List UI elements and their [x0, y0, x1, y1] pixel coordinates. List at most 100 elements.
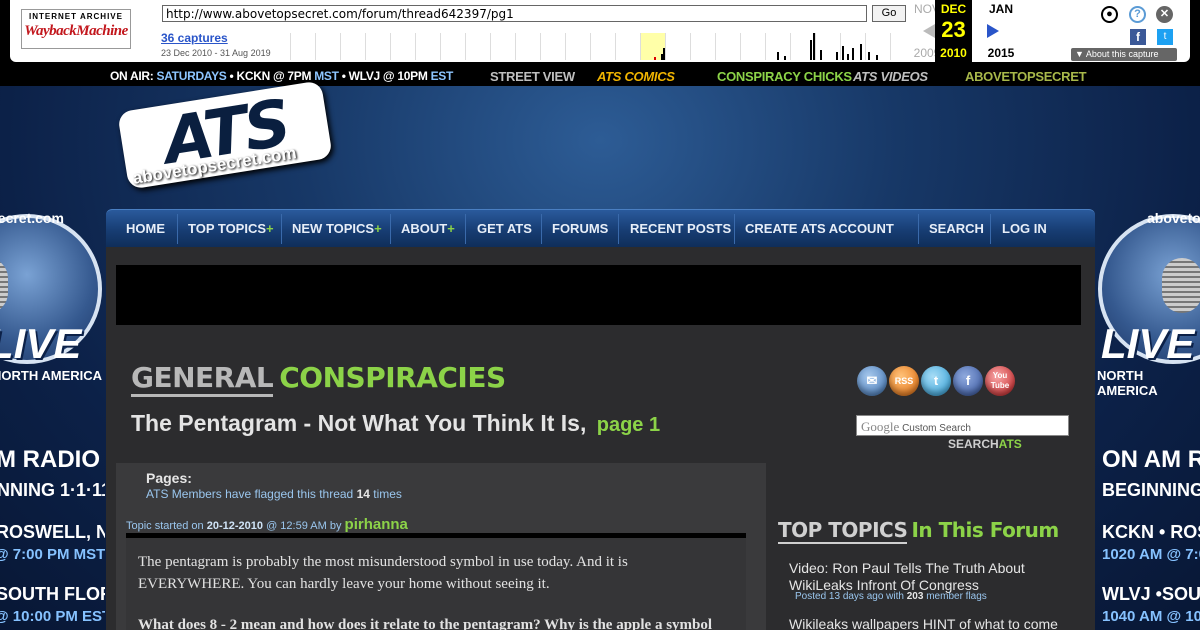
top-topic-meta: Posted 13 days ago with 203 member flags [795, 591, 987, 602]
nav-new-topics[interactable]: NEW TOPICS+ [292, 221, 382, 236]
right-banner-line: 1020 AM @ 7:0 [1102, 546, 1200, 563]
nav-top-topics[interactable]: TOP TOPICS+ [188, 221, 274, 236]
right-banner-line: BEGINNING [1102, 480, 1200, 500]
left-banner-line: INNING 1·1·11 [0, 480, 105, 500]
nav-separator [390, 214, 391, 244]
on-air-mst: MST [314, 69, 339, 83]
microphone-icon [1162, 258, 1200, 313]
search-ats-button[interactable]: SEARCHATS [948, 437, 1022, 451]
wayback-about-capture-button[interactable]: ▼ About this capture [1071, 48, 1177, 61]
google-custom-search-input[interactable]: Google Custom Search [856, 415, 1069, 436]
youtube-icon[interactable]: You Tube [985, 366, 1015, 396]
sparkline-year-cell[interactable] [565, 33, 590, 60]
nav-separator [465, 214, 466, 244]
sparkline-year-cell[interactable] [715, 33, 740, 60]
sparkline-capture-tick [654, 57, 656, 60]
sparkline-year-cell[interactable] [415, 33, 440, 60]
right-banner-live: LIVE [1101, 320, 1195, 367]
on-air-wlvj: • WLVJ @ 10PM [341, 69, 428, 83]
sparkline-year-cell[interactable] [540, 33, 565, 60]
sparkline-year-cell[interactable] [740, 33, 765, 60]
author-link[interactable]: pirhanna [345, 516, 408, 533]
top-topic-link[interactable]: Wikileaks wallpapers HINT of what to com… [789, 616, 1069, 630]
nav-forums[interactable]: FORUMS [552, 221, 608, 236]
sparkline-capture-tick [876, 55, 878, 60]
nav-separator [734, 214, 735, 244]
abovetopsecret-link[interactable]: ABOVETOPSECRET [965, 69, 1087, 84]
wayback-next-year[interactable]: 2015 [982, 46, 1020, 60]
sparkline-year-cell[interactable] [465, 33, 490, 60]
rss-icon[interactable]: RSS [889, 366, 919, 396]
wayback-next-month[interactable]: JAN [982, 2, 1020, 16]
left-banner-line: @ 7:00 PM MST [0, 546, 105, 563]
microphone-icon [0, 258, 8, 313]
wayback-logo-top: INTERNET ARCHIVE [29, 12, 123, 21]
wayback-current-day: 23 [941, 17, 966, 42]
conspiracy-chicks-link[interactable]: CONSPIRACY CHICKS [717, 69, 852, 84]
ats-logo[interactable]: ATS abovetopsecret.com [117, 80, 338, 200]
flag-count-line: ATS Members have flagged this thread 14 … [146, 487, 402, 501]
right-radio-banner[interactable]: aboveto LIVE NORTH AMERICA ON AM R BEGIN… [1095, 200, 1200, 630]
nav-about[interactable]: ABOUT+ [401, 221, 455, 236]
sparkline-year-cell[interactable] [690, 33, 715, 60]
sparkline-year-cell[interactable] [290, 33, 315, 60]
right-banner-line: 1040 AM @ 10 [1102, 608, 1200, 625]
sparkline-year-cell[interactable] [615, 33, 640, 60]
sparkline-year-cell[interactable] [390, 33, 415, 60]
twitter-share-icon[interactable]: t [1157, 29, 1173, 45]
wayback-toolbar: INTERNET ARCHIVE WaybackMachine http://w… [0, 0, 1200, 66]
sparkline-year-cell[interactable] [315, 33, 340, 60]
top-topic-link[interactable]: Video: Ron Paul Tells The Truth About Wi… [789, 560, 1069, 594]
sparkline-year-cell[interactable] [515, 33, 540, 60]
started-by: by [329, 520, 342, 532]
wayback-captures-link[interactable]: 36 captures [161, 31, 228, 45]
forum-category[interactable]: GENERAL CONSPIRACIES [131, 361, 506, 397]
facebook-share-icon[interactable]: f [1130, 29, 1146, 45]
wayback-logo[interactable]: INTERNET ARCHIVE WaybackMachine [21, 9, 131, 49]
wayback-current-year: 2010 [940, 46, 967, 60]
nav-log-in[interactable]: LOG IN [1002, 221, 1047, 236]
nav-separator [281, 214, 282, 244]
left-banner-live: LIVE [0, 320, 82, 367]
wayback-next-arrow-icon[interactable] [987, 24, 999, 38]
ad-banner[interactable] [116, 265, 1081, 325]
left-banner-line: @ 10:00 PM EST [0, 608, 105, 625]
sparkline-year-cell[interactable] [590, 33, 615, 60]
sparkline-capture-tick [836, 52, 838, 60]
on-air-banner[interactable]: ON AIR: SATURDAYS • KCKN @ 7PM MST • WLV… [110, 69, 453, 83]
left-radio-banner[interactable]: secret.com LIVE NORTH AMERICA M RADIO IN… [0, 200, 105, 630]
wayback-prev-arrow-icon[interactable] [923, 24, 935, 38]
facebook-icon[interactable]: f [953, 366, 983, 396]
sparkline-capture-tick [663, 48, 665, 60]
ats-comics-link[interactable]: ATS COMICS [597, 69, 675, 84]
nav-search[interactable]: SEARCH [929, 221, 984, 236]
wayback-close-icon[interactable]: ✕ [1156, 6, 1173, 23]
ats-videos-link[interactable]: ATS VIDEOS [853, 69, 928, 84]
sparkline-year-cell[interactable] [440, 33, 465, 60]
nav-get-ats[interactable]: GET ATS [477, 221, 532, 236]
nav-separator [177, 214, 178, 244]
started-time: 12:59 AM [280, 520, 327, 532]
wayback-help-icon[interactable]: ? [1129, 6, 1146, 23]
sparkline-year-cell[interactable] [340, 33, 365, 60]
search-btn-part2: ATS [998, 437, 1022, 451]
wayback-user-icon[interactable]: ● [1101, 6, 1118, 23]
on-air-days: SATURDAYS [156, 69, 227, 83]
sparkline-year-cell[interactable] [665, 33, 690, 60]
sparkline-year-cell[interactable] [490, 33, 515, 60]
email-icon[interactable]: ✉ [857, 366, 887, 396]
nav-recent-posts[interactable]: RECENT POSTS [630, 221, 731, 236]
main-nav: HOME TOP TOPICS+ NEW TOPICS+ ABOUT+ GET … [106, 209, 1095, 247]
sparkline-year-cell[interactable] [365, 33, 390, 60]
nav-separator [918, 214, 919, 244]
street-view-link[interactable]: STREET VIEW [490, 69, 575, 84]
nav-home[interactable]: HOME [126, 221, 165, 236]
wayback-go-button[interactable]: Go [872, 5, 906, 22]
wayback-url-input[interactable]: http://www.abovetopsecret.com/forum/thre… [162, 5, 867, 22]
meta-prefix: Posted 13 days ago with [795, 591, 904, 602]
started-prefix: Topic started on [126, 520, 204, 532]
sparkline-capture-tick [810, 40, 812, 60]
twitter-icon[interactable]: t [921, 366, 951, 396]
nav-create-account[interactable]: CREATE ATS ACCOUNT [745, 221, 894, 236]
wayback-sparkline[interactable] [280, 33, 906, 60]
